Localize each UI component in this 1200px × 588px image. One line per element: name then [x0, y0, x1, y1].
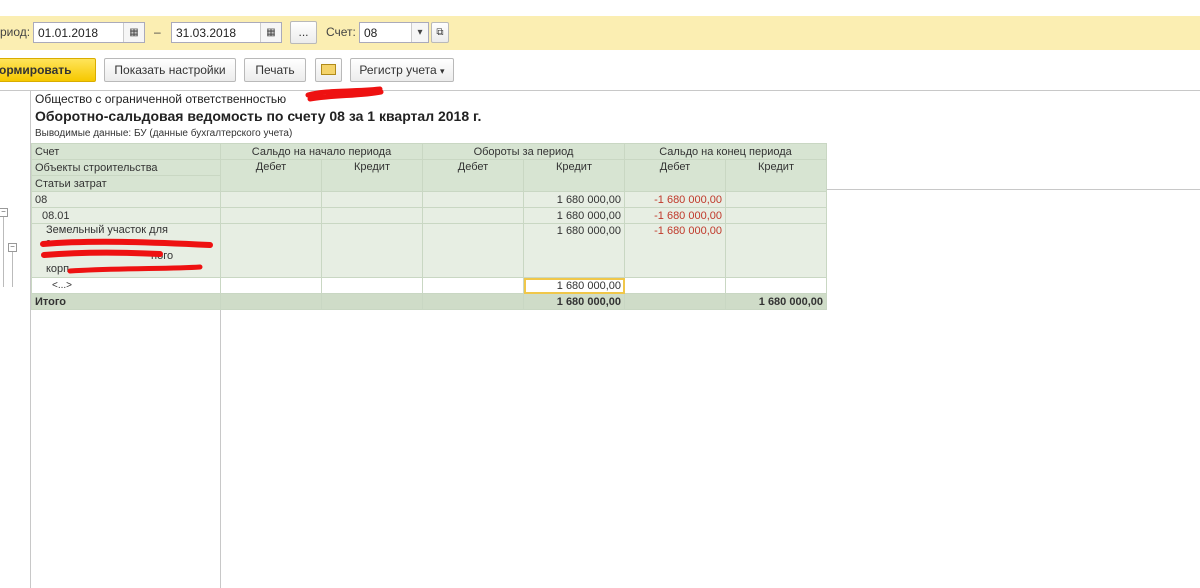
open-icon[interactable]: ⧉	[431, 22, 449, 43]
header-debit: Дебет	[624, 159, 726, 192]
account-value: 08	[364, 26, 378, 40]
row-name-line: Земельный участок для	[46, 224, 168, 237]
header-turnover: Обороты за период	[422, 143, 625, 160]
total-label: Итого	[31, 293, 221, 310]
register-dropdown-button[interactable]: Регистр учета ▾	[350, 58, 454, 82]
chevron-down-icon[interactable]: ▾	[411, 23, 428, 42]
header-debit: Дебет	[422, 159, 524, 192]
table-row[interactable]: <...> 1 680 000,00	[31, 277, 827, 294]
table-row[interactable]: 08.01 1 680 000,00 -1 680 000,00	[31, 207, 827, 224]
tree-connector	[3, 217, 4, 287]
header-account: Счет	[31, 143, 221, 160]
table-row[interactable]: Земельный участок для з ного корп 1 680 …	[31, 223, 827, 278]
organization-name: Общество с ограниченной ответственностью	[35, 92, 287, 106]
turnover-credit-cell: 1 680 000,00	[523, 207, 625, 224]
report-top-border	[0, 90, 1200, 91]
redaction-mark	[40, 238, 213, 274]
generate-button-label: ормировать	[0, 63, 72, 77]
period-bar: риод: 01.01.2018 ▦ – 31.03.2018 ▦ ... Сч…	[0, 16, 1200, 51]
period-to-field[interactable]: 31.03.2018 ▦	[171, 22, 282, 43]
window-top-strip	[0, 0, 1200, 16]
calendar-icon[interactable]: ▦	[260, 23, 281, 42]
turnover-credit-cell: 1 680 000,00	[523, 223, 625, 278]
header-row: Счет Сальдо на начало периода Обороты за…	[31, 143, 827, 160]
register-button-label: Регистр учета	[359, 63, 437, 77]
balance-sheet-table: Счет Сальдо на начало периода Обороты за…	[31, 143, 827, 310]
period-from-field[interactable]: 01.01.2018 ▦	[33, 22, 145, 43]
header-costs: Статьи затрат	[31, 175, 221, 192]
print-button[interactable]: Печать	[244, 58, 306, 82]
period-separator: –	[154, 25, 161, 39]
report-subtitle: Выводимые данные: БУ (данные бухгалтерск…	[35, 128, 293, 139]
header-credit: Кредит	[523, 159, 625, 192]
header-credit: Кредит	[321, 159, 423, 192]
account-label: Счет:	[326, 25, 356, 39]
period-to-value: 31.03.2018	[176, 26, 237, 40]
header-objects: Объекты строительства	[31, 159, 221, 176]
tree-connector	[12, 252, 13, 287]
account-field[interactable]: 08 ▾	[359, 22, 429, 43]
table-row[interactable]: 08 1 680 000,00 -1 680 000,00	[31, 191, 827, 208]
report-title: Оборотно-сальдовая ведомость по счету 08…	[35, 108, 482, 124]
envelope-icon	[321, 64, 336, 75]
period-select-button[interactable]: ...	[290, 21, 317, 44]
end-debit-cell: -1 680 000,00	[624, 207, 726, 224]
calendar-icon[interactable]: ▦	[123, 23, 144, 42]
toolbar: ормировать Показать настройки Печать Рег…	[0, 50, 1200, 90]
header-start-balance: Сальдо на начало периода	[220, 143, 423, 160]
end-debit-cell: -1 680 000,00	[624, 223, 726, 278]
header-debit: Дебет	[220, 159, 322, 192]
end-debit-cell: -1 680 000,00	[624, 191, 726, 208]
redaction-mark	[305, 86, 384, 102]
row-name: 08.01	[31, 207, 221, 224]
header-end-balance: Сальдо на конец периода	[624, 143, 827, 160]
period-from-value: 01.01.2018	[38, 26, 99, 40]
chevron-down-icon: ▾	[440, 66, 445, 76]
generate-button[interactable]: ормировать	[0, 58, 96, 82]
total-row: Итого 1 680 000,00 1 680 000,00	[31, 293, 827, 310]
header-credit: Кредит	[725, 159, 827, 192]
header-row: Объекты строительства Дебет Кредит Дебет…	[31, 159, 827, 192]
turnover-credit-cell-selected[interactable]: 1 680 000,00	[523, 277, 625, 294]
collapse-icon[interactable]: −	[0, 208, 8, 217]
email-button[interactable]	[315, 58, 342, 82]
period-label: риод:	[0, 25, 31, 39]
turnover-credit-cell: 1 680 000,00	[523, 191, 625, 208]
total-turnover-credit: 1 680 000,00	[523, 293, 625, 310]
row-name: <...>	[31, 277, 221, 294]
row-name: 08	[31, 191, 221, 208]
collapse-icon[interactable]: −	[8, 243, 17, 252]
show-settings-button[interactable]: Показать настройки	[104, 58, 236, 82]
total-end-credit: 1 680 000,00	[725, 293, 827, 310]
row-name-multiline: Земельный участок для з ного корп	[31, 223, 221, 278]
